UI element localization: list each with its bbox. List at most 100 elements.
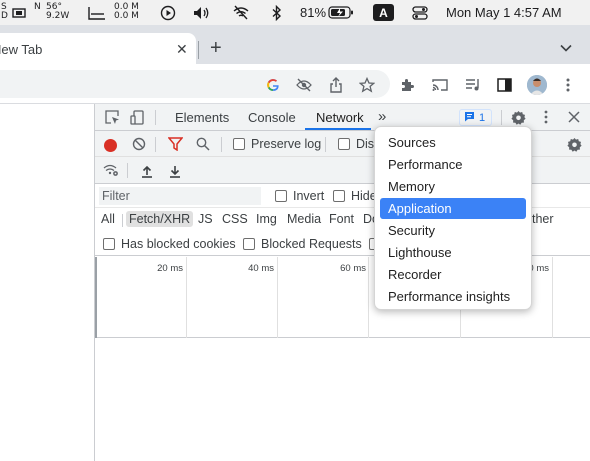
- timeline-tick-label: 40 ms: [248, 263, 274, 274]
- menu-item-sources[interactable]: Sources: [380, 132, 526, 153]
- media-control-icon[interactable]: [464, 76, 482, 94]
- timeline-gridline: [368, 257, 369, 338]
- device-toolbar-icon[interactable]: [129, 109, 145, 125]
- menu-item-memory[interactable]: Memory: [380, 176, 526, 197]
- new-tab-button[interactable]: +: [210, 38, 222, 58]
- volume-icon[interactable]: [193, 4, 211, 21]
- timeline-gridline: [552, 257, 553, 338]
- devtools-kebab-icon[interactable]: [538, 109, 554, 125]
- type-media[interactable]: Media: [287, 212, 321, 226]
- hide-data-urls-checkbox[interactable]: [333, 190, 345, 202]
- side-panel-icon[interactable]: [495, 76, 513, 94]
- menubar-clock[interactable]: Mon May 1 4:57 AM: [446, 5, 562, 20]
- toolbar-divider: [221, 137, 222, 152]
- type-css[interactable]: CSS: [222, 212, 248, 226]
- toolbar-divider: [155, 110, 156, 125]
- hide-data-urls-label: Hide: [351, 189, 377, 203]
- type-img[interactable]: Img: [256, 212, 277, 226]
- devtools-close-icon[interactable]: [566, 109, 582, 125]
- timeline-gridline: [95, 257, 97, 338]
- issues-icon: [464, 111, 475, 125]
- blocked-cookies-label: Has blocked cookies: [121, 237, 236, 251]
- type-other[interactable]: ther: [532, 212, 554, 226]
- chip-icon: [10, 4, 28, 21]
- type-all[interactable]: All: [101, 212, 115, 226]
- toolbar-divider: [127, 163, 128, 178]
- cast-icon[interactable]: [431, 76, 449, 94]
- toolbar-divider: [501, 110, 502, 125]
- menu-item-security[interactable]: Security: [380, 220, 526, 241]
- play-circle-icon[interactable]: [159, 4, 177, 21]
- timeline-gridline: [186, 257, 187, 338]
- record-button[interactable]: [104, 139, 117, 152]
- timeline-gridline: [277, 257, 278, 338]
- google-icon[interactable]: [264, 76, 282, 94]
- invert-label: Invert: [293, 189, 325, 203]
- network-graph-icon: [88, 4, 106, 21]
- network-settings-icon[interactable]: [566, 136, 582, 152]
- search-icon[interactable]: [195, 136, 211, 152]
- power-readout: 9.2W: [46, 11, 70, 21]
- type-fetch-xhr[interactable]: Fetch/XHR: [126, 211, 194, 227]
- control-center-icon[interactable]: [411, 4, 429, 21]
- menu-item-application[interactable]: Application: [380, 198, 526, 219]
- wifi-off-icon[interactable]: [232, 4, 250, 21]
- preserve-log-checkbox[interactable]: [233, 138, 245, 150]
- menu-item-performance[interactable]: Performance: [380, 154, 526, 175]
- share-icon[interactable]: [327, 76, 345, 94]
- net-down-readout: 0.0 M: [114, 11, 139, 21]
- network-conditions-icon[interactable]: [103, 162, 119, 178]
- tab-separator: [198, 41, 199, 59]
- clear-icon[interactable]: [131, 136, 147, 152]
- stat-n: N: [34, 2, 41, 12]
- more-tabs-button[interactable]: »: [378, 108, 386, 125]
- timeline-tick-label: 60 ms: [340, 263, 366, 274]
- menu-item-lighthouse[interactable]: Lighthouse: [380, 242, 526, 263]
- web-page-area: [0, 104, 94, 461]
- battery-percent: 81%: [300, 5, 327, 20]
- type-js[interactable]: JS: [198, 212, 213, 226]
- toolbar-divider: [155, 137, 156, 152]
- tab-network[interactable]: Network: [316, 110, 364, 125]
- filter-icon[interactable]: [167, 136, 183, 152]
- tab-elements[interactable]: Elements: [175, 110, 229, 125]
- tab-title: New Tab: [0, 42, 43, 57]
- toolbar-divider: [122, 214, 123, 227]
- preserve-log-label: Preserve log: [251, 137, 322, 151]
- import-har-icon[interactable]: [139, 163, 155, 179]
- type-font[interactable]: Font: [329, 212, 354, 226]
- inspect-element-icon[interactable]: [104, 109, 120, 125]
- input-source-badge[interactable]: A: [373, 4, 394, 21]
- devtools-settings-icon[interactable]: [510, 109, 526, 125]
- star-icon[interactable]: [358, 76, 376, 94]
- export-har-icon[interactable]: [167, 163, 183, 179]
- tab-close-icon[interactable]: ✕: [176, 41, 188, 58]
- disable-cache-checkbox[interactable]: [338, 138, 350, 150]
- kebab-menu-icon[interactable]: [559, 76, 577, 94]
- bluetooth-icon[interactable]: [268, 4, 286, 21]
- tab-console[interactable]: Console: [248, 110, 296, 125]
- browser-toolbar: [0, 64, 590, 104]
- blocked-cookies-checkbox[interactable]: [103, 238, 115, 250]
- blocked-requests-label: Blocked Requests: [261, 237, 362, 251]
- battery-charging-icon[interactable]: [328, 4, 354, 21]
- avatar[interactable]: [527, 75, 547, 95]
- timeline-tick-label: 20 ms: [157, 263, 183, 274]
- menu-item-performance-insights[interactable]: Performance insights: [380, 286, 526, 307]
- stat-d: D: [1, 11, 8, 21]
- active-tab-indicator: [305, 128, 371, 130]
- more-tabs-menu: Sources Performance Memory Application S…: [374, 126, 532, 310]
- macos-menu-bar: S D N 56° 9.2W 0.0 M 0.0 M 81% A Mon May…: [0, 0, 590, 25]
- tab-new-tab[interactable]: New Tab ✕: [0, 33, 196, 64]
- issues-badge[interactable]: 1: [459, 109, 492, 126]
- tab-search-chevron-icon[interactable]: [560, 39, 572, 55]
- issues-count: 1: [479, 111, 486, 124]
- tab-strip: New Tab ✕ +: [0, 25, 590, 64]
- invert-checkbox[interactable]: [275, 190, 287, 202]
- extensions-icon[interactable]: [398, 76, 416, 94]
- eye-slash-icon[interactable]: [295, 76, 313, 94]
- toolbar-divider: [325, 137, 326, 152]
- menu-item-recorder[interactable]: Recorder: [380, 264, 526, 285]
- blocked-requests-checkbox[interactable]: [243, 238, 255, 250]
- filter-input[interactable]: [99, 187, 261, 205]
